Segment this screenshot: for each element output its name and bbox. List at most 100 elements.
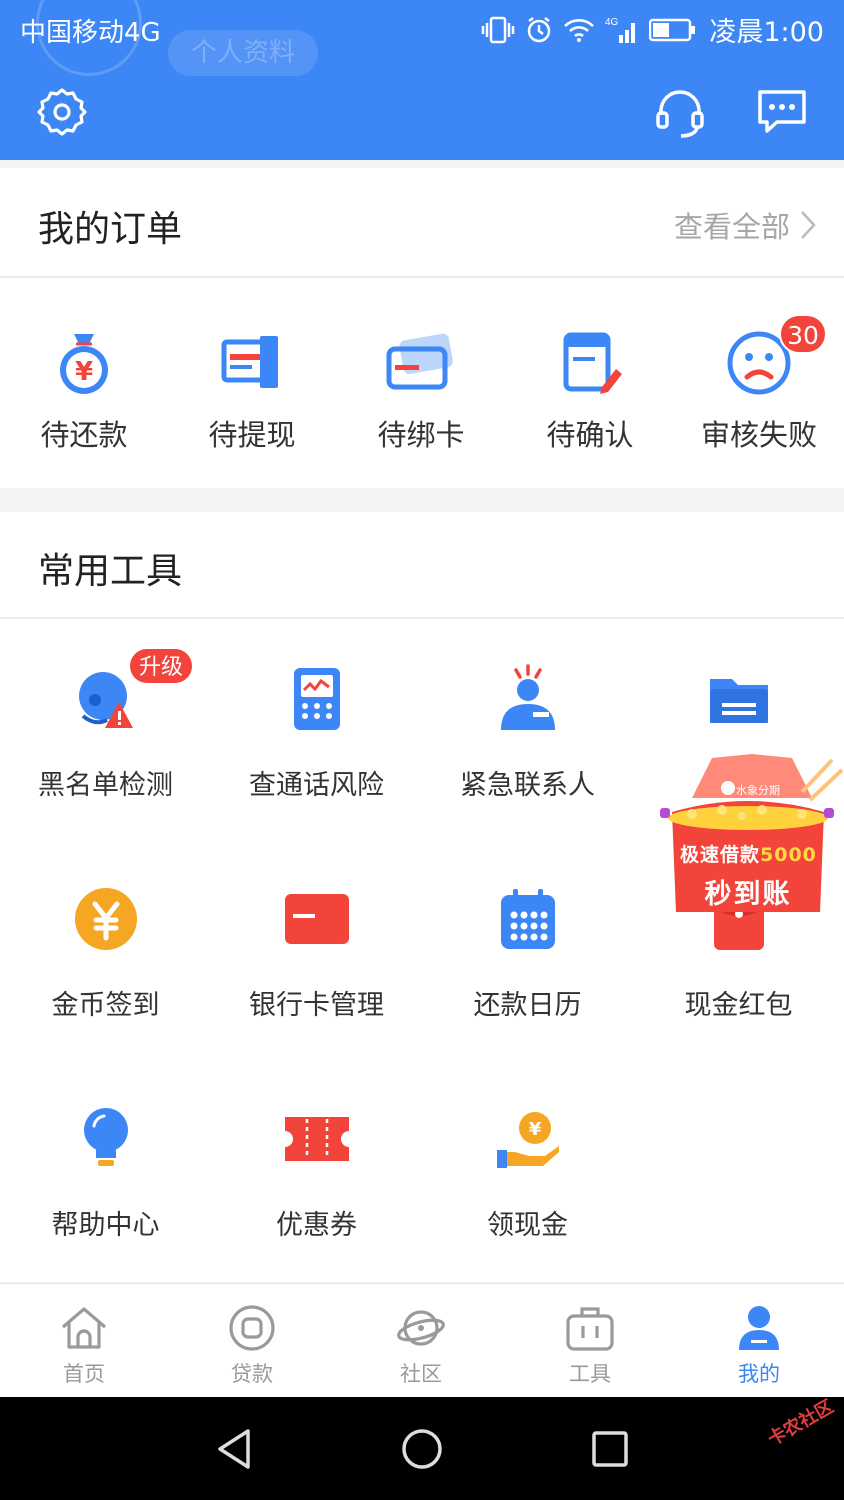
tool-label: 现金红包 [684,990,793,1021]
withdraw-icon [168,328,336,398]
status-icons: 4G 凌晨1:00 [481,10,824,49]
loan-icon [168,1302,336,1354]
tool-label: 优惠券 [276,1210,357,1241]
system-recents-button[interactable] [580,1419,640,1479]
promo-amount: 5000 [760,844,817,866]
view-all-label: 查看全部 [673,210,790,244]
orders-card: 我的订单 查看全部 ¥ 待还款 待提现 待绑卡 待确认 30 审核失败 [0,168,844,488]
order-review-failed[interactable]: 30 审核失败 [675,314,843,454]
bank-card-icon [337,328,505,398]
confirm-document-icon [506,328,674,398]
system-navigation-bar: 卡农社区 [0,1396,844,1500]
tab-label: 首页 [63,1362,105,1386]
svg-text:¥: ¥ [75,357,93,387]
tool-bank-card-manage[interactable]: 银行卡管理 [211,879,422,1022]
tab-mine[interactable]: 我的 [675,1302,843,1388]
bank-card-manage-icon [211,879,422,959]
svg-text:¥: ¥ [528,1119,541,1140]
promo-brand: 水象分期 [736,784,780,797]
signal-icon: 4G [605,15,639,45]
view-all-orders-link[interactable]: 查看全部 [674,204,816,246]
emergency-contact-icon [422,659,633,739]
calendar-icon [422,879,633,959]
clock-time: 凌晨1:00 [709,17,824,48]
order-pending-repayment[interactable]: ¥ 待还款 [0,328,168,454]
alarm-icon [525,16,553,44]
profile-header: 个人资料 中国移动4G 4G 凌晨1:00 [0,0,844,160]
orders-row: ¥ 待还款 待提现 待绑卡 待确认 30 审核失败 [0,278,844,486]
system-back-button[interactable] [204,1419,264,1479]
customer-service-button[interactable] [652,84,708,140]
tool-folder[interactable] [633,659,844,763]
order-pending-withdraw[interactable]: 待提现 [168,328,336,454]
tool-label: 银行卡管理 [249,990,384,1021]
status-bar: 中国移动4G 4G 凌晨1:00 [0,0,844,58]
gold-coin-icon [0,879,211,959]
order-pending-confirm[interactable]: 待确认 [506,328,674,454]
home-circle-icon [402,1429,442,1469]
tab-community[interactable]: 社区 [337,1302,505,1388]
tab-label: 工具 [569,1362,611,1386]
order-label: 待提现 [208,418,296,452]
wifi-icon [563,17,595,43]
orders-header: 我的订单 查看全部 [0,168,844,278]
watermark: 卡农社区 [764,1396,838,1451]
tools-title: 常用工具 [38,551,183,592]
tools-header: 常用工具 [0,512,844,619]
home-icon [0,1302,168,1354]
tab-tools[interactable]: 工具 [506,1302,674,1388]
tool-coupons[interactable]: 优惠券 [211,1099,422,1242]
tool-gold-coin-checkin[interactable]: 金币签到 [0,879,211,1022]
tool-label: 紧急联系人 [460,770,595,801]
vibrate-icon [481,15,515,45]
tab-home[interactable]: 首页 [0,1302,168,1388]
tool-label: 黑名单检测 [38,770,173,801]
sad-face-icon: 30 [675,314,843,398]
chat-bubble-icon [758,90,806,133]
tool-label: 金币签到 [51,990,160,1021]
folder-icon [633,659,844,739]
tool-help-center[interactable]: 帮助中心 [0,1099,211,1242]
promo-red-envelope-banner[interactable]: 水象分期 极速借款5000 秒到账 [652,752,844,917]
chevron-right-icon [801,211,816,239]
headset-icon [656,90,704,138]
battery-icon [649,18,697,42]
order-pending-bind-card[interactable]: 待绑卡 [337,328,505,454]
order-label: 待确认 [546,418,634,452]
messages-button[interactable] [754,84,810,140]
toolbox-icon [506,1302,674,1354]
tab-loan[interactable]: 贷款 [168,1302,336,1388]
cash-hand-icon: ¥ [422,1099,633,1179]
money-bag-icon: ¥ [0,328,168,398]
community-icon [337,1302,505,1354]
tool-repayment-calendar[interactable]: 还款日历 [422,879,633,1022]
recents-square-icon [592,1431,628,1467]
phone-risk-icon [211,659,422,739]
upgrade-badge: 升级 [128,647,195,685]
tools-grid: 升级 黑名单检测 查通话风险 紧急联系人 金币签到 银行卡管理 还款日历 现金红… [0,619,844,1279]
notification-badge: 30 [779,314,827,354]
tool-get-cash[interactable]: ¥ 领现金 [422,1099,633,1242]
tab-label: 社区 [400,1362,442,1386]
tool-blacklist-check[interactable]: 升级 黑名单检测 [0,647,211,802]
carrier-name: 中国移动4G [20,18,161,48]
back-triangle-icon [218,1429,250,1469]
profile-icon [675,1302,843,1354]
tool-emergency-contact[interactable]: 紧急联系人 [422,659,633,802]
promo-headline-prefix: 极速借款 [680,844,761,866]
orders-title: 我的订单 [38,209,183,250]
bottom-tab-bar: 首页 贷款 社区 工具 我的 [0,1283,844,1397]
settings-button[interactable] [34,84,90,140]
svg-text:4G: 4G [605,17,619,28]
gear-icon [37,88,87,136]
blacklist-check-icon: 升级 [0,647,211,739]
order-label: 待绑卡 [377,418,465,452]
order-label: 待还款 [40,418,128,452]
order-label: 审核失败 [700,418,817,452]
tool-label: 领现金 [487,1210,568,1241]
promo-headline: 极速借款5000 [680,840,817,867]
tab-label: 贷款 [231,1362,273,1386]
tool-phone-risk[interactable]: 查通话风险 [211,659,422,802]
system-home-button[interactable] [392,1419,452,1479]
lightbulb-icon [0,1099,211,1179]
